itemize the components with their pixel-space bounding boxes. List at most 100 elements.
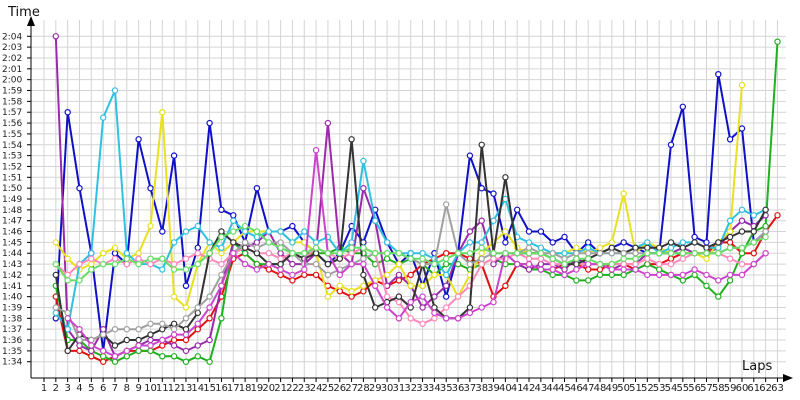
data-point xyxy=(383,255,391,262)
data-point xyxy=(135,336,142,344)
data-point xyxy=(502,249,509,257)
x-tick-label: 48 xyxy=(594,383,607,394)
data-point xyxy=(182,331,190,338)
data-point xyxy=(502,195,509,203)
x-tick-label: 47 xyxy=(582,383,595,394)
data-point xyxy=(644,271,651,279)
y-tick-label: 1:41 xyxy=(2,282,22,292)
data-point xyxy=(88,266,95,273)
data-point xyxy=(478,249,485,257)
data-point xyxy=(750,249,758,257)
data-point xyxy=(443,255,450,262)
x-tick-label: 10 xyxy=(144,383,157,394)
data-point xyxy=(407,255,414,262)
data-point xyxy=(206,336,213,344)
x-tick-label: 24 xyxy=(310,383,323,394)
data-point xyxy=(170,152,178,159)
x-tick-label: 14 xyxy=(191,383,204,394)
y-tick-label: 1:45 xyxy=(2,238,22,248)
data-point xyxy=(253,239,261,246)
data-point xyxy=(395,260,403,268)
x-tick-label: 46 xyxy=(570,383,583,394)
data-point xyxy=(726,244,734,251)
data-point xyxy=(537,260,545,268)
data-point xyxy=(111,326,119,333)
data-point xyxy=(608,266,616,273)
data-point xyxy=(99,249,107,257)
data-point xyxy=(206,249,213,257)
x-tick-label: 8 xyxy=(124,383,130,394)
data-point xyxy=(691,249,698,257)
data-point xyxy=(64,277,71,284)
y-tick-label: 1:56 xyxy=(2,119,22,129)
data-point xyxy=(478,244,485,251)
data-point xyxy=(289,271,296,279)
data-point xyxy=(715,249,722,257)
y-tick-label: 1:37 xyxy=(2,325,22,335)
data-point xyxy=(620,249,627,257)
x-tick-label: 58 xyxy=(712,383,725,394)
data-point xyxy=(632,266,639,273)
data-point xyxy=(76,342,83,349)
data-point xyxy=(585,244,592,251)
data-point xyxy=(194,260,201,268)
data-point xyxy=(324,271,332,279)
data-point xyxy=(738,81,746,89)
data-point xyxy=(218,244,225,251)
data-point xyxy=(52,304,60,311)
data-point xyxy=(159,255,166,262)
data-point xyxy=(466,255,474,262)
x-tick-label: 43 xyxy=(534,383,547,394)
data-point xyxy=(679,249,687,257)
data-point xyxy=(537,255,545,262)
data-point xyxy=(454,293,462,300)
y-tick-label: 1:42 xyxy=(2,271,22,281)
data-point xyxy=(537,249,545,257)
data-point xyxy=(289,277,296,284)
data-point xyxy=(691,271,698,279)
data-point xyxy=(360,288,367,295)
y-tick-label: 1:58 xyxy=(2,97,22,107)
data-point xyxy=(656,244,663,251)
data-point xyxy=(478,239,485,246)
data-point xyxy=(762,222,769,230)
x-axis-title: Laps xyxy=(742,359,772,374)
data-point xyxy=(549,255,556,262)
data-point xyxy=(348,288,355,295)
data-point xyxy=(703,255,710,262)
data-point xyxy=(194,222,201,230)
x-tick-label: 61 xyxy=(747,383,760,394)
x-tick-label: 56 xyxy=(688,383,701,394)
data-point xyxy=(656,271,663,279)
x-tick-label: 37 xyxy=(464,383,477,394)
x-tick-label: 29 xyxy=(369,383,382,394)
data-point xyxy=(123,255,131,262)
data-point xyxy=(407,315,414,322)
data-point xyxy=(360,184,367,192)
x-tick-label: 17 xyxy=(227,383,240,394)
x-tick-label: 15 xyxy=(203,383,216,394)
y-tick-label: 1:47 xyxy=(2,217,22,227)
x-tick-label: 11 xyxy=(156,383,169,394)
data-point xyxy=(632,255,639,262)
data-point xyxy=(738,206,746,213)
data-point xyxy=(620,260,627,268)
data-point xyxy=(549,266,556,273)
data-point xyxy=(194,249,201,257)
data-point xyxy=(478,260,485,268)
x-tick-label: 52 xyxy=(641,383,654,394)
data-point xyxy=(561,260,568,268)
data-point xyxy=(466,239,474,246)
data-point xyxy=(265,260,272,268)
data-point xyxy=(312,244,320,251)
data-point xyxy=(182,282,190,289)
data-point xyxy=(52,309,60,317)
x-tick-label: 23 xyxy=(298,383,311,394)
data-point xyxy=(348,136,355,143)
data-point xyxy=(170,239,178,246)
data-point xyxy=(502,282,509,289)
data-point xyxy=(348,239,355,246)
data-point xyxy=(596,260,604,268)
x-tick-label: 35 xyxy=(440,383,453,394)
data-point xyxy=(64,326,71,333)
